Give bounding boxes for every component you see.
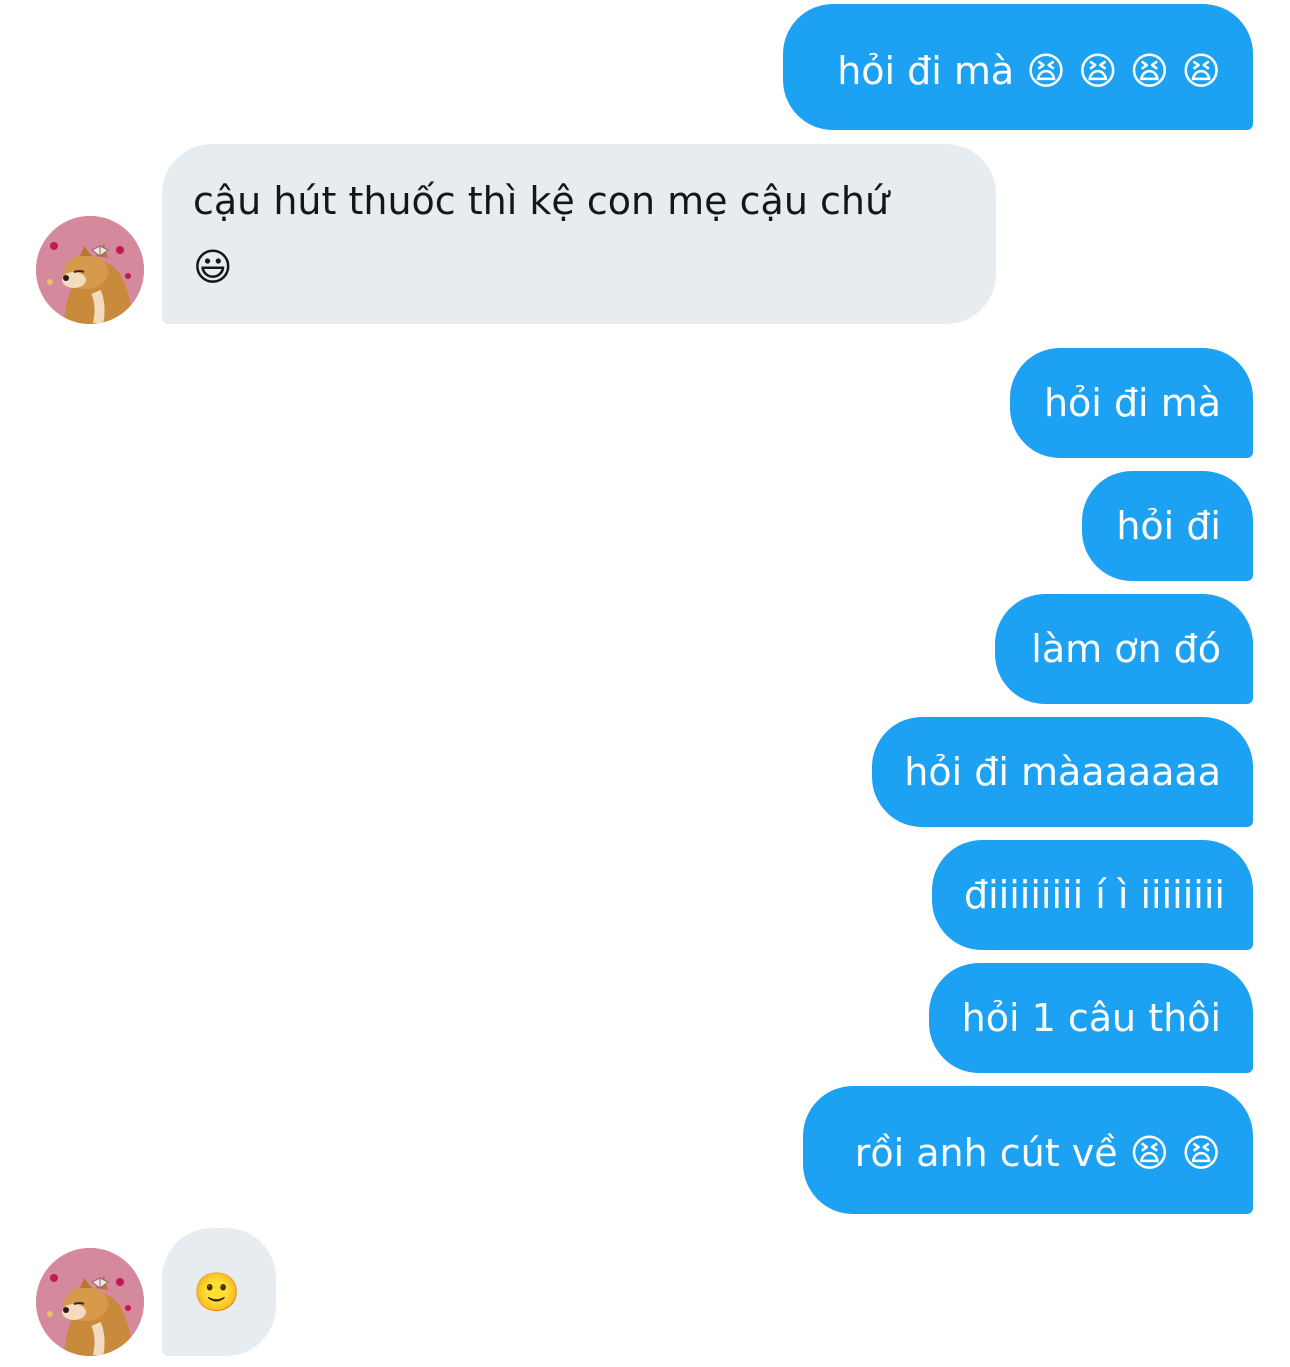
sent-message-bubble[interactable]: điiiiiiiii í ì iiiiiiii	[932, 840, 1253, 950]
sent-message-bubble[interactable]: làm ơn đó	[995, 594, 1253, 704]
sent-message-bubble[interactable]: hỏi đi	[1082, 471, 1253, 581]
avatar[interactable]	[36, 216, 144, 324]
sent-message-bubble[interactable]: hỏi 1 câu thôi	[929, 963, 1253, 1073]
received-message-text: cậu hút thuốc thì kệ con mẹ cậu chứ	[193, 179, 890, 223]
received-message-bubble[interactable]: 🙂	[162, 1228, 276, 1356]
avatar[interactable]	[36, 1248, 144, 1356]
sent-message-bubble[interactable]: rồi anh cút về 😫 😫	[803, 1086, 1253, 1214]
smiley-emoji: 😃	[193, 245, 233, 289]
sent-message-bubble[interactable]: hỏi đi màaaaaaa	[872, 717, 1253, 827]
sent-message-bubble[interactable]: hỏi đi mà 😫 😫 😫 😫	[783, 4, 1253, 130]
sent-message-bubble[interactable]: hỏi đi mà	[1010, 348, 1253, 458]
shiba-dog-avatar-icon	[36, 216, 144, 324]
shiba-dog-avatar-icon	[36, 1248, 144, 1356]
received-message-bubble[interactable]: cậu hút thuốc thì kệ con mẹ cậu chứ 😃	[162, 144, 996, 324]
